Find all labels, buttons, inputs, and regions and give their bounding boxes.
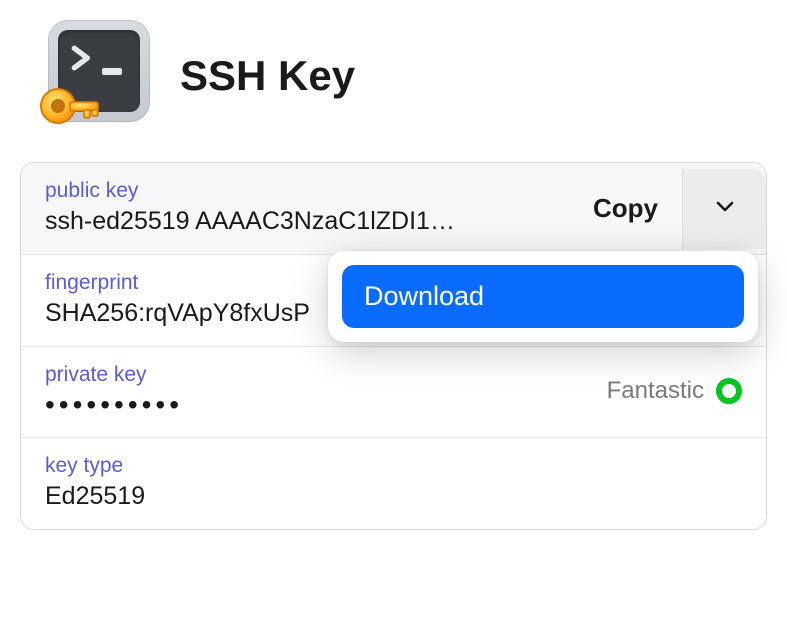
public-key-value: ssh-ed25519 AAAAC3NzaC1lZDI1N… xyxy=(45,207,465,236)
public-key-label: public key xyxy=(45,179,569,203)
ssh-key-card: public key ssh-ed25519 AAAAC3NzaC1lZDI1N… xyxy=(20,162,767,530)
password-strength: Fantastic xyxy=(607,377,742,405)
copy-button[interactable]: Copy xyxy=(569,169,682,249)
private-key-value: •••••••••• xyxy=(45,391,465,419)
header: SSH Key xyxy=(0,0,787,162)
page-title: SSH Key xyxy=(180,52,355,100)
terminal-with-key-icon xyxy=(40,20,152,132)
copy-action-group: Copy xyxy=(569,169,766,249)
download-button[interactable]: Download xyxy=(342,265,744,328)
copy-dropdown-panel: Download xyxy=(328,251,758,342)
key-type-value: Ed25519 xyxy=(45,482,465,511)
public-key-row: public key ssh-ed25519 AAAAC3NzaC1lZDI1N… xyxy=(21,163,766,255)
strength-label: Fantastic xyxy=(607,377,704,405)
copy-more-button[interactable] xyxy=(682,169,766,249)
key-type-row: key type Ed25519 xyxy=(21,438,766,529)
private-key-row: private key •••••••••• Fantastic xyxy=(21,347,766,438)
private-key-label: private key xyxy=(45,363,607,387)
strength-ring-icon xyxy=(716,378,742,404)
chevron-down-icon xyxy=(713,194,737,223)
key-type-label: key type xyxy=(45,454,742,478)
